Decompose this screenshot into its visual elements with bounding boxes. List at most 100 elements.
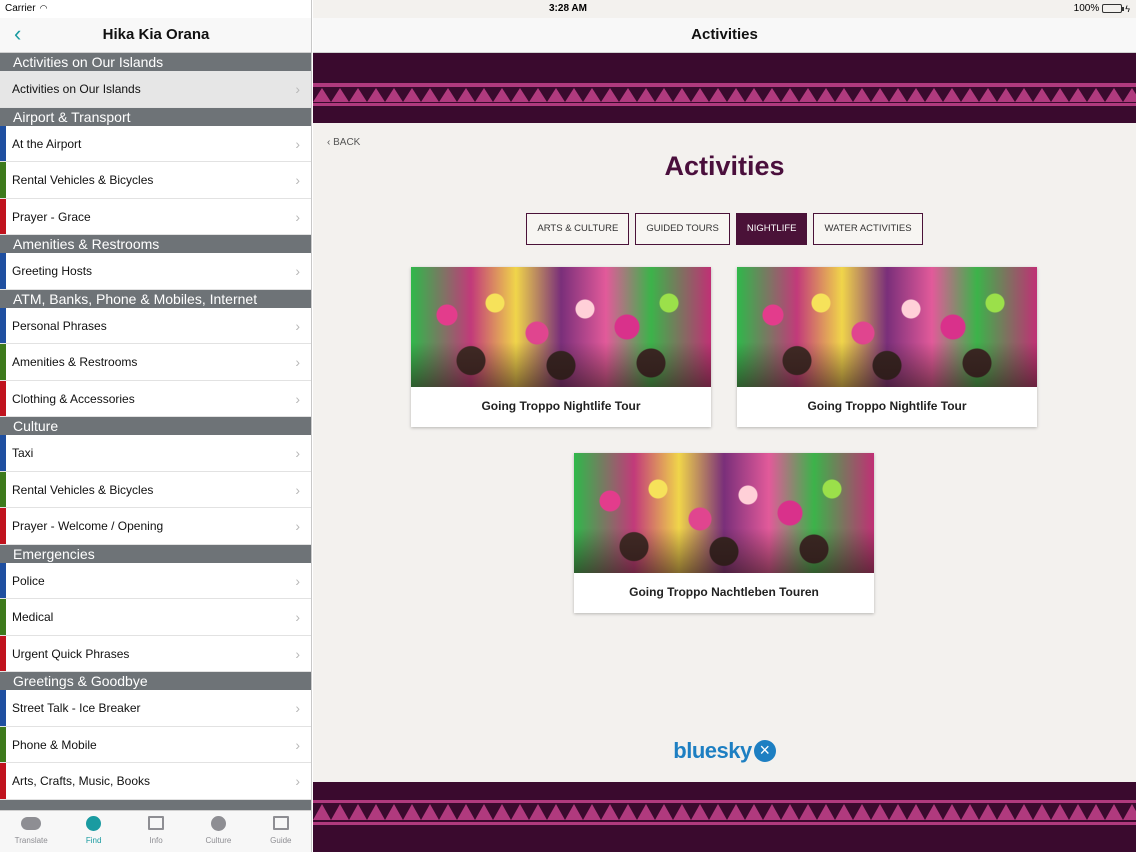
category-color-bar: [0, 253, 6, 289]
battery-icon: [1102, 4, 1125, 13]
category-color-bar: [0, 763, 6, 799]
filter-tabs: ARTS & CULTURE GUIDED TOURS NIGHTLIFE WATER…: [313, 213, 1136, 245]
pattern-band-top: [313, 53, 1136, 123]
tab-label: Find: [85, 836, 102, 845]
list-item[interactable]: Medical ›: [0, 599, 311, 636]
globe-icon: [62, 816, 124, 836]
list-item-label: Personal Phrases: [12, 318, 107, 333]
detail-nav-bar: Activities: [313, 18, 1136, 53]
list-item-label: Taxi: [12, 446, 34, 460]
activity-title: Going Troppo Nightlife Tour: [807, 399, 967, 413]
list-item-label: Amenities & Restrooms: [12, 355, 138, 369]
category-color-bar: [0, 635, 6, 671]
category-color-bar: [0, 562, 6, 598]
category-color-bar: [0, 471, 6, 507]
list-item[interactable]: Police ›: [0, 562, 311, 599]
list-item[interactable]: At the Airport ›: [0, 125, 311, 162]
list-item-label: Urgent Quick Phrases: [12, 646, 130, 661]
category-color-bar: [0, 307, 6, 343]
category-color-bar: [0, 508, 6, 544]
list-item[interactable]: Personal Phrases ›: [0, 307, 311, 344]
category-color-bar: [0, 435, 6, 471]
page-heading: Activities: [664, 151, 785, 181]
filter-button[interactable]: NIGHTLIFE: [735, 213, 808, 245]
list-item-label: Police: [12, 573, 45, 588]
chevron-right-icon: ›: [295, 445, 300, 461]
list-item[interactable]: Amenities & Restrooms ›: [0, 344, 311, 381]
tab-guide[interactable]: Guide: [250, 811, 311, 852]
activities-content: ‹ BACK Activities ARTS & CULTURE GUIDED T…: [313, 123, 1136, 782]
tab-info[interactable]: Info: [125, 811, 187, 852]
list-item-label: Rental Vehicles & Bicycles: [12, 482, 154, 497]
chevron-right-icon: ›: [295, 645, 300, 662]
section-header: Amenities & Restrooms: [0, 235, 311, 253]
activity-photo: [411, 267, 711, 387]
list-item[interactable]: Greeting Hosts ›: [0, 253, 311, 290]
category-color-bar: [0, 726, 6, 762]
filter-button[interactable]: ARTS & CULTURE: [526, 213, 630, 245]
category-color-bar: [0, 690, 6, 726]
logo-text: bluesky: [673, 738, 752, 763]
activity-photo: [737, 267, 1037, 387]
list-item[interactable]: Arts, Crafts, Music, Books ›: [0, 763, 311, 800]
section-header: Greetings & Goodbye: [0, 672, 311, 690]
list-item-label: Rental Vehicles & Bicycles: [12, 173, 154, 187]
triangle-pattern: [313, 800, 1136, 825]
detail-pane: Activities ‹ BACK Activities ARTS & CULT…: [313, 0, 1136, 852]
list-item[interactable]: Street Talk - Ice Breaker ›: [0, 690, 311, 727]
section-header: ATM, Banks, Phone & Mobiles, Internet: [0, 289, 311, 308]
category-list[interactable]: Activities on Our Islands Activities on O…: [0, 53, 311, 818]
chevron-right-icon: ›: [295, 572, 300, 589]
section-header: Emergencies: [0, 544, 311, 563]
tab-label: Info: [149, 836, 163, 845]
tab-label: Translate: [14, 836, 48, 845]
clock: 3:28 AM: [549, 3, 587, 14]
tab-label: Guide: [270, 836, 292, 845]
back-link[interactable]: ‹ BACK: [327, 137, 360, 148]
status-bar: Carrier ◠ 3:28 AM 100% ϟ: [0, 0, 1136, 18]
tab-find[interactable]: Find: [62, 811, 124, 852]
battery-status: 100% ϟ: [1074, 3, 1130, 14]
category-color-bar: [0, 380, 6, 416]
list-item[interactable]: Taxi ›: [0, 435, 311, 472]
list-item[interactable]: Urgent Quick Phrases ›: [0, 635, 311, 672]
charging-icon: ϟ: [1125, 3, 1130, 14]
list-item[interactable]: Activities on Our Islands ›: [0, 71, 311, 108]
chevron-right-icon: ›: [295, 773, 300, 789]
category-color-bar: [0, 198, 6, 234]
list-item[interactable]: Rental Vehicles & Bicycles ›: [0, 471, 311, 508]
chevron-right-icon: ›: [295, 354, 300, 370]
activity-card[interactable]: Going Troppo Nightlife Tour: [411, 267, 711, 427]
pattern-band-bottom: [313, 782, 1136, 852]
chevron-right-icon: ›: [295, 172, 300, 188]
list-item-label: Phone & Mobile: [12, 737, 97, 752]
section-header: Culture: [0, 417, 311, 435]
master-pane: ‹ Hika Kia Orana Activities on Our Islan…: [0, 0, 312, 852]
speech-bubble-icon: [0, 816, 62, 836]
list-item-label: Medical: [12, 610, 54, 624]
filter-button[interactable]: WATER ACTIVITIES: [813, 213, 923, 245]
master-title: Hika Kia Orana: [102, 26, 210, 43]
activity-card[interactable]: Going Troppo Nightlife Tour: [737, 267, 1037, 427]
list-item-label: Prayer - Grace: [12, 209, 91, 224]
tab-translate[interactable]: Translate: [0, 811, 62, 852]
filter-button[interactable]: GUIDED TOURS: [635, 213, 730, 245]
category-color-bar: [0, 162, 6, 198]
list-item[interactable]: Rental Vehicles & Bicycles ›: [0, 162, 311, 199]
list-item[interactable]: Phone & Mobile ›: [0, 726, 311, 763]
list-item[interactable]: Prayer - Grace ›: [0, 198, 311, 235]
list-item[interactable]: Prayer - Welcome / Opening ›: [0, 508, 311, 545]
chevron-right-icon: ›: [295, 81, 300, 97]
tab-bar: Translate Find Info Culture Guide: [0, 810, 311, 852]
guide-book-icon: [250, 816, 311, 836]
activity-card[interactable]: Going Troppo Nachtleben Touren: [574, 453, 874, 613]
list-item-label: Street Talk - Ice Breaker: [12, 701, 141, 715]
activity-photo: [574, 453, 874, 573]
chevron-right-icon: ›: [295, 208, 300, 225]
chevron-right-icon: ›: [295, 481, 300, 498]
battery-percent: 100%: [1073, 3, 1100, 14]
tab-culture[interactable]: Culture: [187, 811, 249, 852]
chevron-right-icon: ›: [295, 135, 300, 152]
list-item[interactable]: Clothing & Accessories ›: [0, 380, 311, 417]
list-item-label: At the Airport: [12, 136, 82, 151]
